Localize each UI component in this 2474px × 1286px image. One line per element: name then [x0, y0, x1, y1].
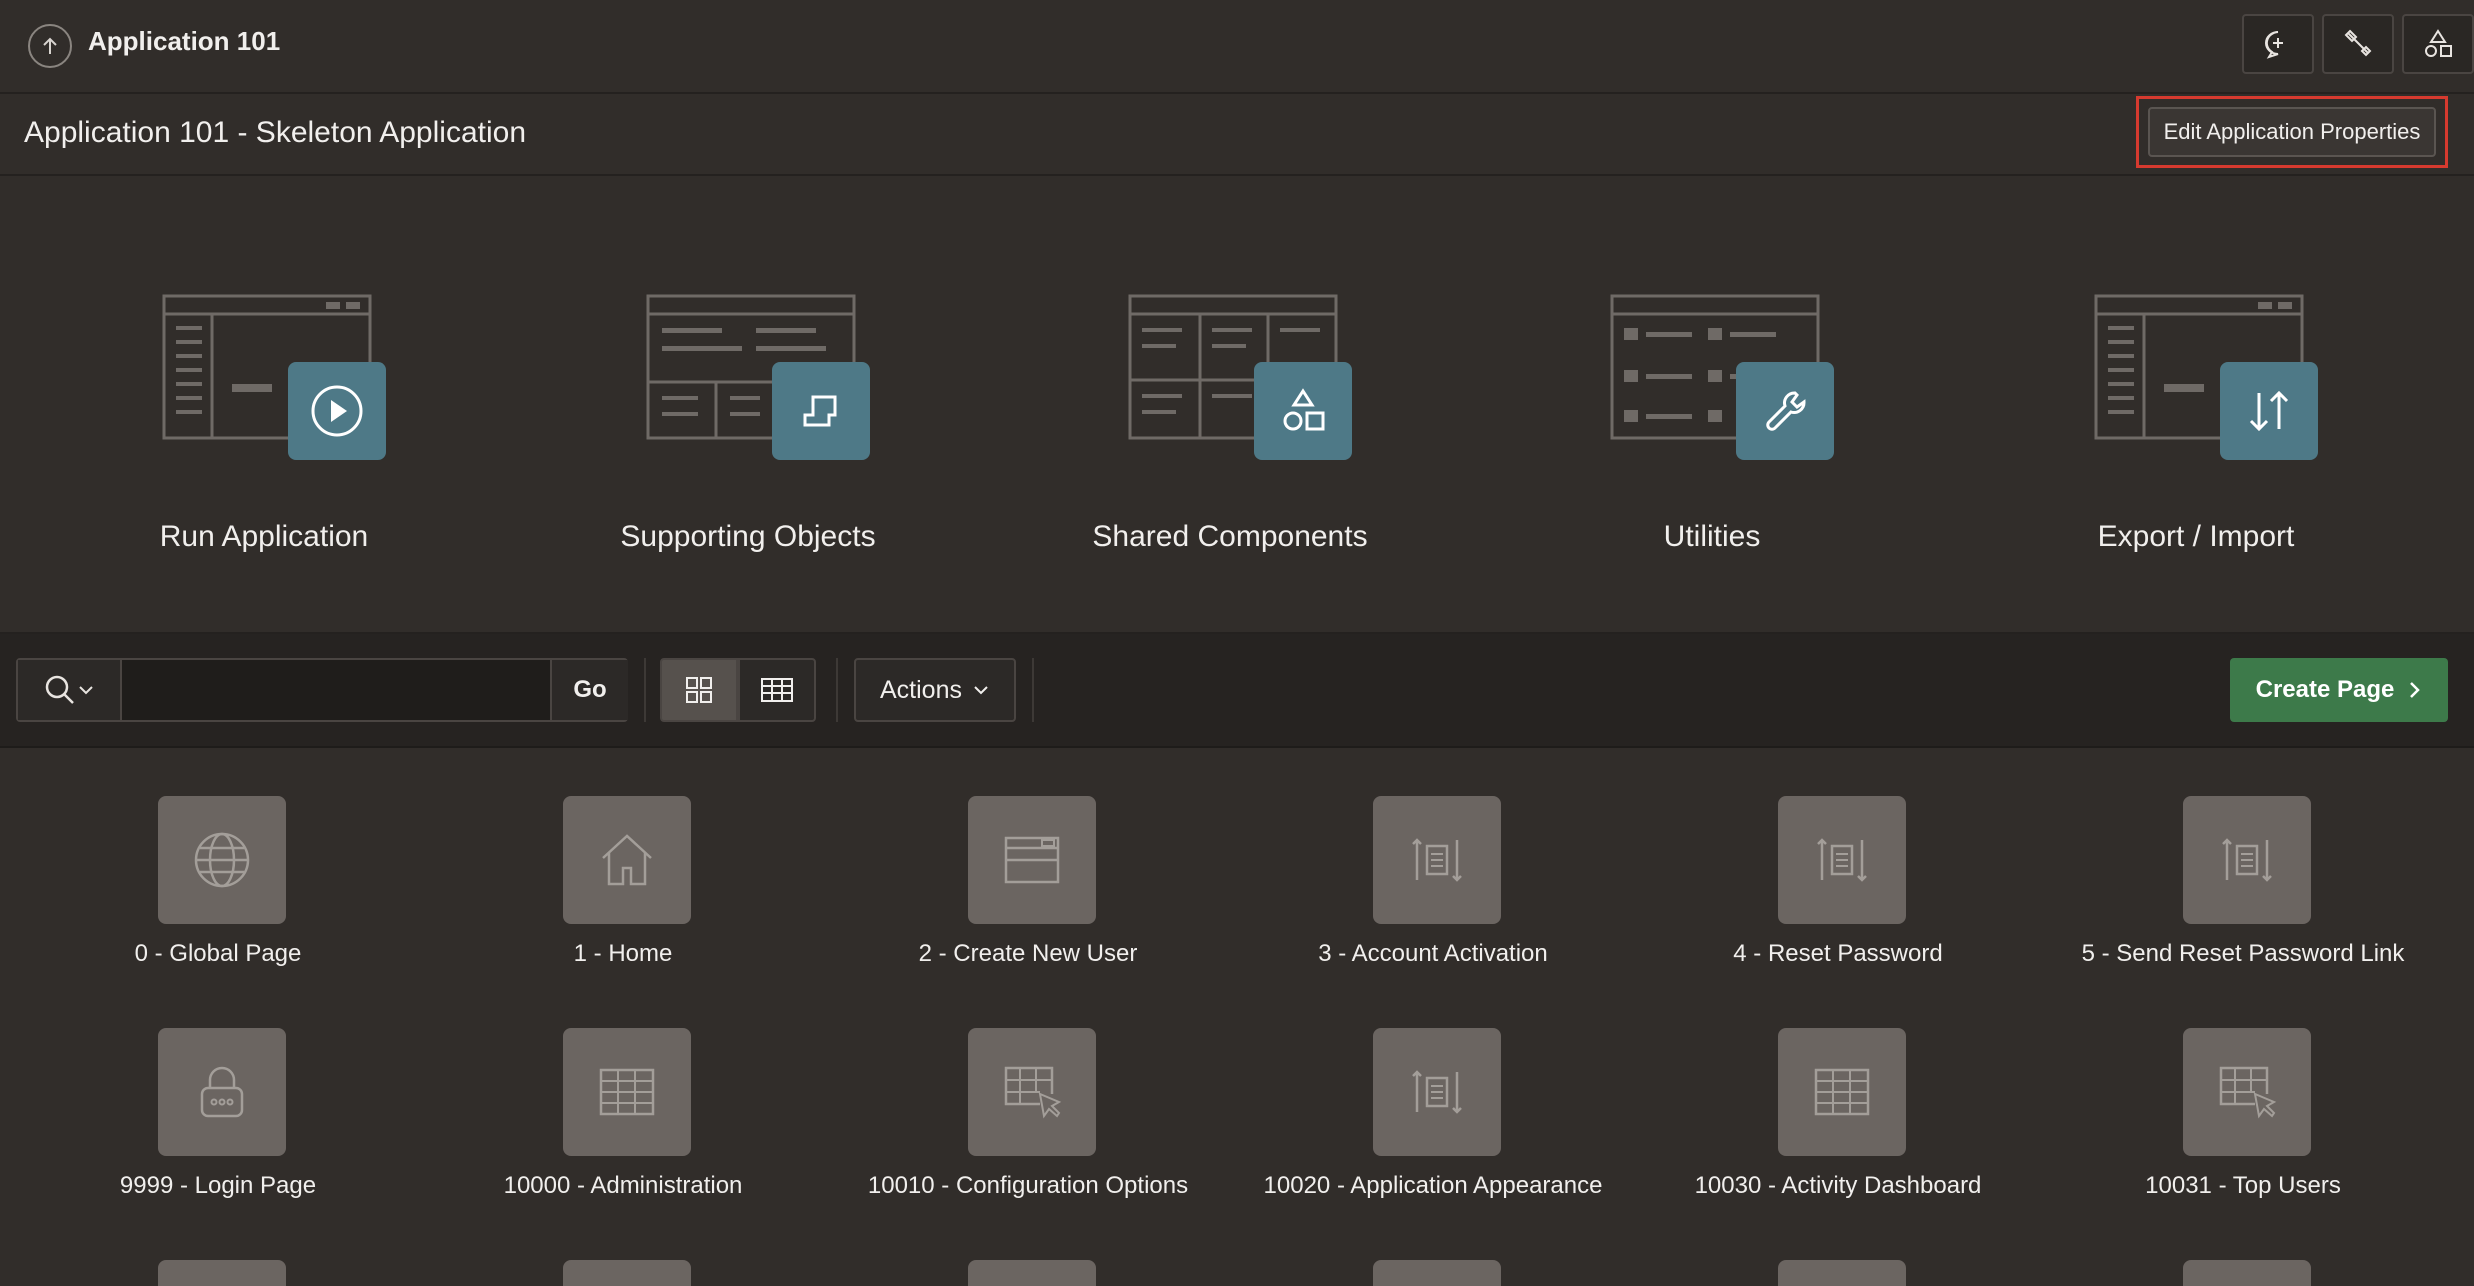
shapes-icon	[1254, 362, 1352, 460]
supporting-objects-label: Supporting Objects	[620, 520, 876, 553]
go-button[interactable]: Go	[550, 660, 628, 720]
shared-components-label: Shared Components	[1092, 520, 1368, 553]
form-icon	[968, 796, 1096, 924]
lock-icon	[158, 1028, 286, 1156]
grid-icon	[1778, 1028, 1906, 1156]
report-view-toggle[interactable]	[738, 658, 816, 722]
chevron-down-icon	[79, 686, 93, 695]
page-tile[interactable]: 10000 - Administration	[423, 980, 823, 1199]
page-name: 10000 - Administration	[503, 1172, 743, 1199]
shapes-icon	[2425, 29, 2452, 57]
page-tile-partial[interactable]	[158, 1260, 286, 1286]
scroll-icon	[772, 362, 870, 460]
icon-view-toggle[interactable]	[660, 658, 738, 722]
page-tile[interactable]: 3 - Account Activation	[1233, 748, 1633, 967]
page-tile[interactable]: 10031 - Top Users	[2043, 980, 2443, 1199]
page-tile[interactable]: 1 - Home	[423, 748, 823, 967]
run-application-card[interactable]: Run Application	[84, 176, 444, 606]
pages-grid: 0 - Global Page 1 - Home 2 - Create New …	[0, 748, 2474, 1286]
interactive-grid-icon	[2183, 1028, 2311, 1156]
grid-view-icon	[686, 677, 712, 703]
page-name: 5 - Send Reset Password Link	[2081, 940, 2405, 967]
toolbar-divider	[1032, 658, 1034, 722]
page-tile-partial[interactable]	[2183, 1260, 2311, 1286]
export-import-icon	[2220, 362, 2318, 460]
create-page-label: Create Page	[2255, 676, 2395, 703]
toolbar-divider	[644, 658, 646, 722]
actions-menu-button[interactable]: Actions	[854, 658, 1016, 722]
export-import-card[interactable]: Export / Import	[2016, 176, 2376, 606]
page-tile-partial[interactable]	[968, 1260, 1096, 1286]
page-name: 4 - Reset Password	[1733, 940, 1943, 967]
page-name: 10020 - Application Appearance	[1263, 1172, 1603, 1199]
feedback-button[interactable]	[2242, 14, 2314, 74]
navigate-up-button[interactable]	[28, 24, 72, 68]
chevron-down-icon	[974, 686, 988, 695]
wrench-icon	[1736, 362, 1834, 460]
process-icon	[2183, 796, 2311, 924]
page-name: 2 - Create New User	[918, 940, 1138, 967]
page-tile-partial[interactable]	[1373, 1260, 1501, 1286]
export-import-label: Export / Import	[2097, 520, 2295, 553]
page-tile[interactable]: 5 - Send Reset Password Link	[2043, 748, 2443, 967]
chat-plus-icon	[2265, 31, 2283, 59]
highlight-box: Edit Application Properties	[2136, 96, 2448, 168]
home-icon	[563, 796, 691, 924]
page-tile-partial[interactable]	[563, 1260, 691, 1286]
shared-components-button[interactable]	[2402, 14, 2474, 74]
process-icon	[1373, 1028, 1501, 1156]
supporting-objects-card[interactable]: Supporting Objects	[568, 176, 928, 606]
page-name: 0 - Global Page	[134, 940, 302, 967]
create-page-button[interactable]: Create Page	[2230, 658, 2448, 722]
run-application-label: Run Application	[159, 520, 369, 553]
search-options-dropdown[interactable]	[18, 660, 122, 720]
shared-components-card[interactable]: Shared Components	[1050, 176, 1410, 606]
top-bar: Application 101	[0, 0, 2474, 94]
page-tile-partial[interactable]	[1778, 1260, 1906, 1286]
utilities-card[interactable]: Utilities	[1532, 176, 1892, 606]
page-tile[interactable]: 2 - Create New User	[828, 748, 1228, 967]
process-icon	[1778, 796, 1906, 924]
page-tile[interactable]: 10010 - Configuration Options	[828, 980, 1228, 1199]
hero-section: Run Application Supporting Objects Share…	[0, 176, 2474, 634]
arrow-up-icon	[43, 37, 57, 54]
page-tile[interactable]: 4 - Reset Password	[1638, 748, 2038, 967]
edit-application-properties-button[interactable]: Edit Application Properties	[2148, 107, 2436, 157]
toolbar-divider	[836, 658, 838, 722]
page-name: 3 - Account Activation	[1318, 940, 1548, 967]
page-name: 9999 - Login Page	[119, 1172, 317, 1199]
page-name: 10031 - Top Users	[2145, 1172, 2341, 1199]
page-title: Application 101 - Skeleton Application	[24, 116, 527, 149]
interactive-grid-icon	[968, 1028, 1096, 1156]
utilities-button[interactable]	[2322, 14, 2394, 74]
page-name: 10010 - Configuration Options	[867, 1172, 1189, 1199]
wrench-icon	[2344, 29, 2372, 57]
search-input[interactable]	[122, 660, 542, 720]
utilities-label: Utilities	[1663, 520, 1761, 553]
actions-label: Actions	[880, 675, 962, 704]
table-view-icon	[761, 678, 793, 702]
page-tile[interactable]: 0 - Global Page	[18, 748, 418, 967]
page-tile[interactable]: 9999 - Login Page	[18, 980, 418, 1199]
chevron-right-icon	[2410, 682, 2421, 698]
page-name: 1 - Home	[573, 940, 673, 967]
page-name: 10030 - Activity Dashboard	[1694, 1172, 1982, 1199]
grid-icon	[563, 1028, 691, 1156]
page-tile[interactable]: 10030 - Activity Dashboard	[1638, 980, 2038, 1199]
play-icon	[288, 362, 386, 460]
search-box: Go	[16, 658, 628, 722]
page-header: Application 101 - Skeleton Application	[0, 94, 2474, 176]
app-title: Application 101	[88, 26, 281, 56]
page-tile[interactable]: 10020 - Application Appearance	[1233, 980, 1633, 1199]
process-icon	[1373, 796, 1501, 924]
page-toolbar: Go Actions Create Page	[0, 634, 2474, 748]
search-icon	[45, 675, 74, 704]
globe-icon	[158, 796, 286, 924]
